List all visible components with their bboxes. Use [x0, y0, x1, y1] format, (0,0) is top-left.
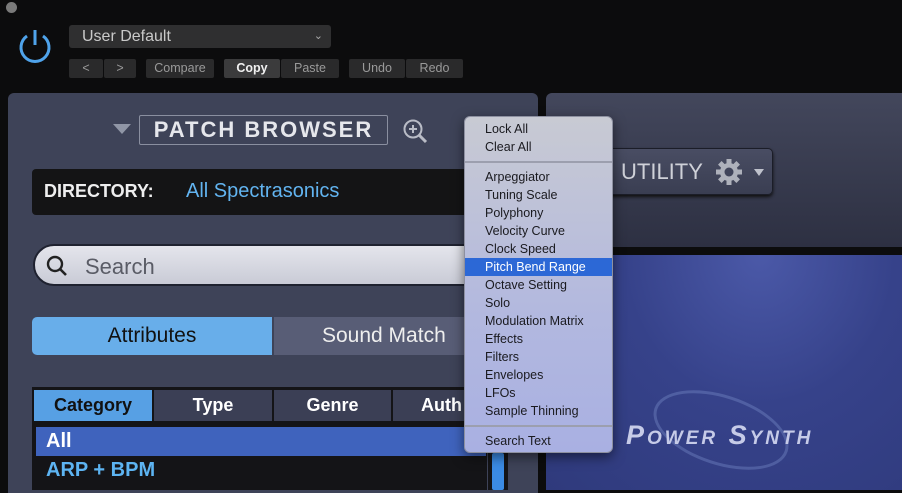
- menu-item-polyphony[interactable]: Polyphony: [465, 204, 612, 222]
- power-synth-logo: Power Synth: [626, 420, 814, 450]
- next-button[interactable]: >: [104, 59, 136, 78]
- menu-separator: [465, 161, 612, 163]
- chevron-down-icon: ⌄: [313, 30, 323, 42]
- menu-item-clear-all[interactable]: Clear All: [465, 138, 612, 156]
- utility-button[interactable]: UTILITY: [598, 148, 773, 195]
- scrollbar-thumb[interactable]: [492, 453, 504, 490]
- column-category[interactable]: Category: [34, 390, 152, 421]
- preset-label: User Default: [82, 28, 171, 45]
- menu-item-search-text[interactable]: Search Text: [465, 432, 612, 450]
- prev-button[interactable]: <: [69, 59, 103, 78]
- gear-icon: [716, 159, 742, 185]
- search-icon: [46, 255, 67, 276]
- list-item[interactable]: All: [36, 427, 486, 456]
- menu-item-arpeggiator[interactable]: Arpeggiator: [465, 168, 612, 186]
- menu-item-lock-all[interactable]: Lock All: [465, 120, 612, 138]
- menu-item-envelopes[interactable]: Envelopes: [465, 366, 612, 384]
- search-input[interactable]: Search: [33, 244, 493, 286]
- zoom-in-icon[interactable]: [402, 118, 428, 144]
- paste-button[interactable]: Paste: [281, 59, 339, 78]
- search-placeholder: Search: [85, 254, 155, 279]
- menu-item-solo[interactable]: Solo: [465, 294, 612, 312]
- undo-button[interactable]: Undo: [349, 59, 405, 78]
- menu-item-clock-speed[interactable]: Clock Speed: [465, 240, 612, 258]
- redo-button[interactable]: Redo: [406, 59, 463, 78]
- column-genre[interactable]: Genre: [274, 390, 391, 421]
- list-item[interactable]: ARP + BPM: [36, 456, 155, 485]
- directory-label: DIRECTORY:: [44, 181, 154, 201]
- directory-selector[interactable]: DIRECTORY: All Spectrasonics: [32, 169, 502, 215]
- copy-button[interactable]: Copy: [224, 59, 280, 78]
- column-type[interactable]: Type: [154, 390, 272, 421]
- utility-label: UTILITY: [621, 159, 703, 184]
- scrollbar[interactable]: [488, 453, 508, 490]
- menu-item-lfos[interactable]: LFOs: [465, 384, 612, 402]
- patch-browser-title: PATCH BROWSER: [139, 115, 388, 145]
- menu-item-modulation-matrix[interactable]: Modulation Matrix: [465, 312, 612, 330]
- menu-item-pitch-bend-range[interactable]: Pitch Bend Range: [465, 258, 612, 276]
- preset-dropdown[interactable]: User Default ⌄: [69, 25, 331, 48]
- menu-separator: [465, 425, 612, 427]
- compare-button[interactable]: Compare: [146, 59, 214, 78]
- dropdown-triangle-icon: [754, 169, 764, 176]
- menu-item-sample-thinning[interactable]: Sample Thinning: [465, 402, 612, 420]
- menu-item-effects[interactable]: Effects: [465, 330, 612, 348]
- menu-item-velocity-curve[interactable]: Velocity Curve: [465, 222, 612, 240]
- power-icon[interactable]: [17, 27, 53, 65]
- collapse-triangle-icon[interactable]: [113, 124, 131, 134]
- tab-attributes[interactable]: Attributes: [32, 317, 272, 355]
- attributes-table: Category Type Genre Auth All ARP + BPM: [32, 387, 487, 490]
- window-close-dot[interactable]: [6, 2, 17, 13]
- menu-item-filters[interactable]: Filters: [465, 348, 612, 366]
- tab-sound-match[interactable]: Sound Match: [274, 317, 464, 355]
- utility-menu: Lock All Clear All Arpeggiator Tuning Sc…: [464, 116, 613, 453]
- menu-item-octave-setting[interactable]: Octave Setting: [465, 276, 612, 294]
- menu-item-tuning-scale[interactable]: Tuning Scale: [465, 186, 612, 204]
- directory-value[interactable]: All Spectrasonics: [186, 180, 339, 203]
